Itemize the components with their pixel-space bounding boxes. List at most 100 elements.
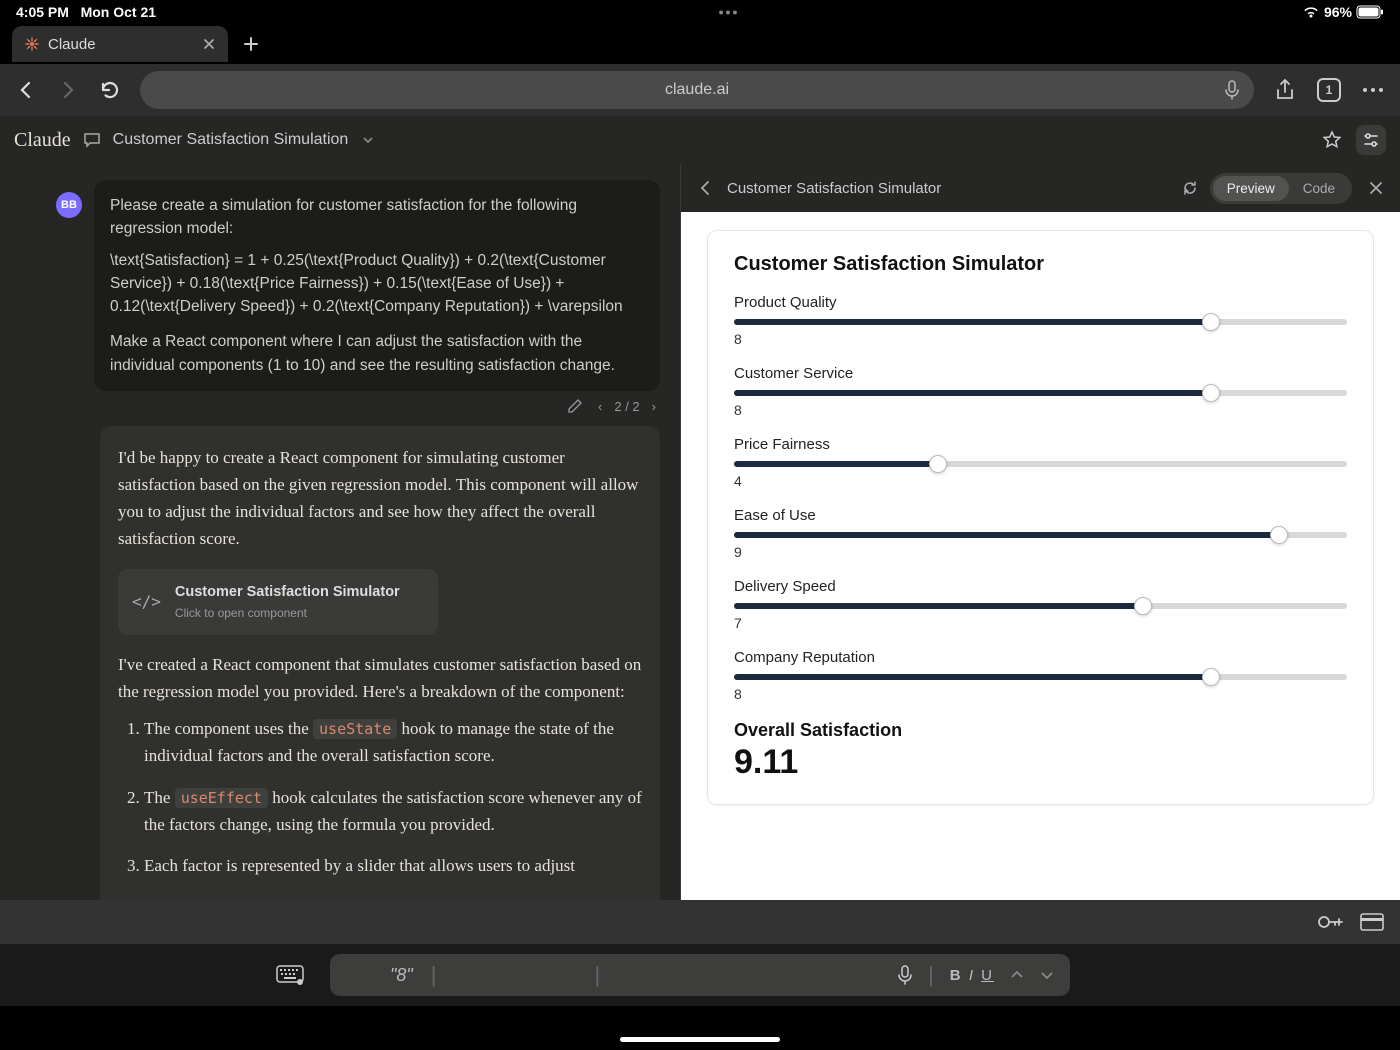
slider-label: Company Reputation (734, 649, 1347, 666)
slider-value: 8 (734, 331, 1347, 347)
slider-value: 8 (734, 686, 1347, 702)
ipad-status-bar: 4:05 PM Mon Oct 21 ••• 96% (0, 0, 1400, 24)
more-icon[interactable] (1360, 77, 1386, 103)
wifi-icon (1302, 5, 1320, 19)
list-item: The component uses the useState hook to … (144, 715, 642, 769)
slider-thumb[interactable] (1202, 668, 1220, 686)
tabs-button[interactable]: 1 (1316, 77, 1342, 103)
content-area: BB Please create a simulation for custom… (0, 164, 1400, 900)
artifact-back-icon[interactable] (697, 179, 715, 197)
message-nav: ‹ 2 / 2 › (100, 391, 660, 426)
battery-percent: 96% (1324, 4, 1352, 20)
slider-group: Delivery Speed 7 (734, 578, 1347, 631)
slider-label: Customer Service (734, 365, 1347, 382)
simulator-card: Customer Satisfaction Simulator Product … (707, 230, 1374, 805)
toggle-preview[interactable]: Preview (1213, 176, 1289, 201)
slider-thumb[interactable] (1202, 384, 1220, 402)
status-date: Mon Oct 21 (81, 4, 156, 20)
claude-favicon-icon (24, 36, 40, 52)
keyboard-suggestion[interactable]: "8" (390, 965, 413, 986)
simulator-title: Customer Satisfaction Simulator (734, 253, 1347, 276)
artifact-body: Customer Satisfaction Simulator Product … (681, 212, 1400, 900)
keyboard-bar: "8" | | | B I U (0, 944, 1400, 1006)
slider-thumb[interactable] (929, 455, 947, 473)
tab-count: 1 (1317, 78, 1341, 102)
user-msg-formula: \text{Satisfaction} = 1 + 0.25(\text{Pro… (110, 249, 644, 319)
slider-label: Price Fairness (734, 436, 1347, 453)
slider-track[interactable] (734, 674, 1347, 680)
dictation-icon[interactable] (898, 965, 912, 985)
new-tab-button[interactable] (236, 35, 266, 53)
undo-icon[interactable] (1010, 970, 1024, 980)
mic-icon[interactable] (1224, 80, 1240, 100)
chevron-down-icon[interactable] (362, 134, 374, 146)
chat-column: BB Please create a simulation for custom… (0, 164, 680, 900)
edit-icon[interactable] (564, 397, 586, 415)
user-msg-line1: Please create a simulation for customer … (110, 194, 644, 241)
card-icon[interactable] (1360, 913, 1384, 931)
artifact-panel: Customer Satisfaction Simulator Preview … (680, 164, 1400, 900)
star-icon[interactable] (1322, 130, 1342, 150)
slider-track[interactable] (734, 603, 1347, 609)
artifact-title: Customer Satisfaction Simulator (727, 180, 941, 197)
slider-thumb[interactable] (1134, 597, 1152, 615)
artifact-header: Customer Satisfaction Simulator Preview … (681, 164, 1400, 212)
back-button[interactable] (14, 78, 38, 102)
battery-icon (1356, 5, 1384, 19)
browser-tab[interactable]: Claude (12, 26, 228, 62)
component-card-title: Customer Satisfaction Simulator (175, 581, 400, 604)
list-item: The useEffect hook calculates the satisf… (144, 784, 642, 838)
toggle-code[interactable]: Code (1289, 176, 1349, 201)
slider-value: 8 (734, 402, 1347, 418)
slider-track[interactable] (734, 532, 1347, 538)
slider-label: Ease of Use (734, 507, 1347, 524)
slider-group: Company Reputation 8 (734, 649, 1347, 702)
share-icon[interactable] (1272, 77, 1298, 103)
app-header: Claude Customer Satisfaction Simulation (0, 116, 1400, 164)
user-avatar: BB (56, 192, 82, 218)
slider-value: 7 (734, 615, 1347, 631)
slider-thumb[interactable] (1202, 313, 1220, 331)
multitask-dots[interactable]: ••• (156, 4, 1302, 20)
artifact-close-icon[interactable] (1368, 180, 1384, 196)
keyboard-suggestion-bar: "8" | | | B I U (330, 954, 1070, 996)
slider-track[interactable] (734, 461, 1347, 467)
chat-icon (83, 131, 101, 149)
slider-value: 4 (734, 473, 1347, 489)
keyboard-icon[interactable] (276, 965, 304, 985)
reload-button[interactable] (98, 78, 122, 102)
password-key-icon[interactable] (1318, 914, 1344, 930)
slider-track[interactable] (734, 390, 1347, 396)
artifact-view-toggle: Preview Code (1210, 173, 1352, 204)
url-bar[interactable]: claude.ai (140, 71, 1254, 109)
slider-thumb[interactable] (1270, 526, 1288, 544)
close-tab-icon[interactable] (202, 37, 216, 51)
slider-label: Product Quality (734, 294, 1347, 311)
claude-logo[interactable]: Claude (14, 129, 71, 152)
slider-track[interactable] (734, 319, 1347, 325)
browser-tabs-row: Claude (0, 24, 1400, 64)
tab-title: Claude (48, 36, 96, 53)
conversation-title[interactable]: Customer Satisfaction Simulation (113, 131, 349, 149)
component-card[interactable]: </> Customer Satisfaction Simulator Clic… (118, 569, 438, 635)
user-msg-line3: Make a React component where I can adjus… (110, 330, 644, 377)
slider-label: Delivery Speed (734, 578, 1347, 595)
home-indicator[interactable] (620, 1037, 780, 1042)
next-msg-icon[interactable]: › (648, 397, 660, 416)
code-useeffect: useEffect (175, 788, 268, 808)
url-text: claude.ai (665, 81, 729, 99)
forward-button[interactable] (56, 78, 80, 102)
status-time: 4:05 PM (16, 4, 69, 20)
overall-value: 9.11 (734, 743, 1347, 782)
prev-msg-icon[interactable]: ‹ (594, 397, 606, 416)
text-format-label[interactable]: B I U (950, 967, 994, 984)
slider-group: Product Quality 8 (734, 294, 1347, 347)
assistant-message: I'd be happy to create a React component… (100, 426, 660, 900)
redo-icon[interactable] (1040, 970, 1054, 980)
slider-group: Price Fairness 4 (734, 436, 1347, 489)
slider-group: Customer Service 8 (734, 365, 1347, 418)
msg-counter: 2 / 2 (614, 399, 639, 414)
artifact-refresh-icon[interactable] (1182, 180, 1198, 196)
settings-sliders-icon[interactable] (1356, 125, 1386, 155)
assistant-para2: I've created a React component that simu… (118, 651, 642, 705)
